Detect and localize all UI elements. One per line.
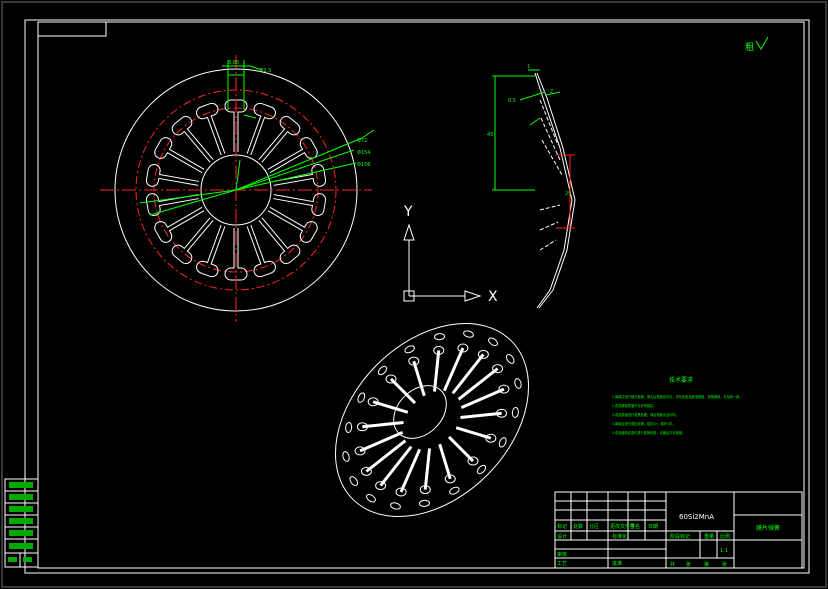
finger-slot — [267, 137, 318, 174]
svg-text:工艺: 工艺 — [557, 561, 567, 567]
finger-slot — [154, 137, 205, 174]
finger-slot — [267, 206, 318, 243]
iso-finger — [460, 411, 502, 420]
iso-rim-hole — [463, 330, 474, 338]
x-axis-label: X — [488, 289, 498, 305]
svg-text:阶段标记: 阶段标记 — [670, 533, 690, 540]
tech-req-item: 4.弹簧应进行强压处理，强压2h，循环5次。 — [612, 421, 675, 426]
svg-text:处数: 处数 — [573, 523, 583, 530]
iso-finger — [362, 420, 404, 429]
svg-text:比例: 比例 — [720, 533, 730, 540]
tech-req-item: 3.成品表面进行发黑处理，保证表面光洁均匀。 — [612, 412, 679, 417]
iso-rim-hole — [511, 406, 519, 418]
svg-text:标准化: 标准化 — [612, 533, 627, 540]
svg-text:张: 张 — [686, 561, 691, 568]
iso-finger — [412, 360, 426, 397]
svg-text:2: 2 — [550, 89, 553, 95]
svg-text:日期: 日期 — [648, 524, 658, 530]
iso-finger — [432, 350, 441, 392]
side-dimension-lines — [492, 69, 561, 191]
finger-slot — [246, 102, 276, 156]
ucs-axes-icon: Y X — [403, 204, 498, 305]
technical-requirements: 技术要求 1.弹簧应进行喷丸处理，喷丸后表面应均匀，无氧化皮及其他缺陷，锐角倒钝… — [612, 376, 743, 435]
svg-text:批准: 批准 — [612, 560, 622, 567]
iso-finger — [447, 435, 475, 463]
finger-slot — [171, 115, 214, 163]
svg-text:1: 1 — [527, 64, 530, 70]
front-view: 3.85 R2.5 Φ72 Φ154 Φ156 — [100, 55, 375, 322]
y-axis-label: Y — [403, 204, 413, 220]
svg-text:Φ154: Φ154 — [357, 150, 370, 156]
svg-text:重量: 重量 — [704, 533, 714, 540]
tech-req-item: 2.成品弹簧表面不允许有裂纹。 — [612, 403, 656, 408]
iso-finger — [423, 448, 432, 490]
iso-rim-hole — [357, 392, 366, 403]
part-name-label: 膜片弹簧 — [756, 524, 780, 532]
iso-rim-hole — [345, 422, 353, 434]
tech-req-item: 1.弹簧应进行喷丸处理，喷丸后表面应均匀，无氧化皮及其他缺陷，锐角倒钝，去毛刺一… — [612, 394, 743, 399]
svg-text:R2.5: R2.5 — [260, 68, 271, 74]
iso-rim-hole — [505, 354, 515, 364]
iso-rim-hole — [418, 499, 430, 507]
svg-text:Φ72: Φ72 — [357, 138, 367, 144]
iso-rim-hole — [349, 476, 359, 486]
svg-text:Φ156: Φ156 — [357, 162, 370, 168]
svg-text:第: 第 — [704, 561, 709, 568]
cad-drawing-canvas: 粗 3.85 R2.5 Φ72 Φ154 Φ156 1 2 0.5 45 25 … — [1, 1, 827, 588]
svg-text:共: 共 — [670, 561, 675, 568]
iso-rim-hole — [514, 378, 522, 389]
iso-finger — [455, 426, 492, 440]
finger-slot — [196, 102, 226, 156]
sheet-border-inner — [37, 21, 805, 569]
svg-text:张: 张 — [722, 561, 727, 568]
iso-rim-hole — [498, 437, 507, 448]
svg-text:审核: 审核 — [557, 551, 567, 558]
finger-slot — [196, 224, 226, 278]
svg-text:45: 45 — [487, 132, 493, 138]
iso-rim-hole — [476, 464, 487, 475]
iso-rim-hole — [377, 365, 388, 376]
svg-text:设计: 设计 — [557, 533, 567, 540]
left-margin-strip — [4, 478, 39, 568]
side-view: 1 2 0.5 45 25 — [487, 64, 576, 309]
svg-text:分区: 分区 — [589, 523, 599, 530]
iso-rim-hole — [488, 337, 498, 347]
svg-text:3.85: 3.85 — [228, 60, 239, 66]
iso-finger — [372, 400, 409, 414]
finger-slot — [258, 217, 301, 265]
title-block-text: 标记 处数 分区 更改文件号 签名 日期 设计 审核 工艺 标准化 批准 阶段标… — [557, 523, 730, 568]
roughness-note: 粗 — [745, 41, 754, 53]
iso-rim-hole — [404, 345, 415, 354]
iso-finger — [438, 443, 452, 480]
tech-req-item: 5.成品弹簧应逐件进行载荷检验，合格后方可使用。 — [612, 430, 685, 435]
iso-rim-hole — [366, 493, 376, 503]
svg-text:0.5: 0.5 — [508, 98, 516, 104]
svg-text:1:1: 1:1 — [720, 548, 728, 554]
iso-rim-hole — [390, 502, 401, 510]
isometric-view — [334, 322, 530, 518]
svg-text:签名: 签名 — [630, 523, 640, 530]
roughness-symbol-icon — [755, 36, 769, 50]
svg-text:25: 25 — [565, 191, 571, 197]
finger-slot — [258, 115, 301, 163]
svg-text:标记: 标记 — [557, 523, 567, 530]
iso-rim-hole — [342, 451, 350, 462]
material-label: 60Si2MnA — [679, 513, 714, 521]
iso-rim-hole — [434, 333, 446, 341]
iso-rim-hole — [449, 486, 460, 495]
finger-slot — [246, 224, 276, 278]
drawing-number-box — [37, 21, 107, 37]
finger-slot — [171, 217, 214, 265]
tech-req-title: 技术要求 — [669, 376, 693, 384]
